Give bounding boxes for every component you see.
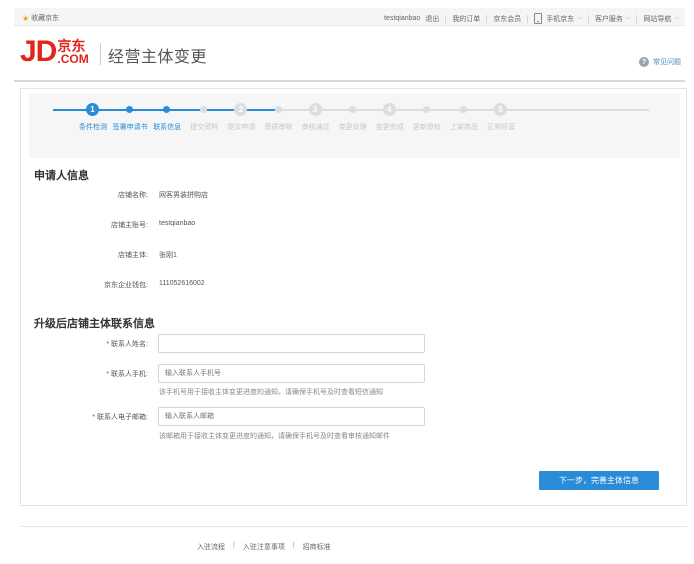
step-dot bbox=[274, 106, 282, 113]
step-dot bbox=[126, 106, 134, 113]
next-step-button[interactable]: 下一步，完善主体信息 bbox=[539, 471, 659, 490]
favorite-label: 收藏京东 bbox=[31, 15, 60, 22]
question-icon: ? bbox=[639, 57, 649, 67]
divider bbox=[636, 14, 638, 23]
contact-phone-label: * 联系人手机: bbox=[21, 369, 148, 379]
star-icon: ★ bbox=[22, 13, 30, 23]
contact-phone-label-text: 联系人手机: bbox=[111, 371, 148, 378]
logo-com-text: .COM bbox=[57, 52, 89, 66]
wallet-label: 京东企业钱包: bbox=[104, 282, 148, 289]
entity-value: 张刚1 bbox=[159, 252, 177, 259]
site-nav-menu[interactable]: 网站导航 bbox=[643, 14, 671, 24]
divider bbox=[587, 14, 589, 23]
step-number-badge: 1 bbox=[86, 103, 99, 116]
customer-service-menu[interactable]: 客户服务 bbox=[595, 14, 623, 24]
main-panel: 1 条件检测 签署申请书 联系信息 提交资料 2 提交申请 资质审核 3 审核通过 变更处理 4 变更完… bbox=[20, 88, 687, 506]
shop-name-label: 店铺名称: bbox=[118, 192, 148, 199]
step-label: 正常经营 bbox=[487, 124, 516, 131]
contact-phone-input[interactable] bbox=[158, 364, 425, 383]
email-hint: 该邮箱用于接收主体变更进度的通知，请确保手机号及时查看审核通知邮件 bbox=[159, 433, 390, 440]
footer-link-notes[interactable]: 入驻注意事项 bbox=[243, 542, 285, 552]
divider bbox=[486, 14, 488, 23]
logo-divider bbox=[100, 43, 101, 65]
required-mark: * bbox=[106, 341, 110, 348]
jd-member-link[interactable]: 京东会员 bbox=[493, 14, 521, 24]
progress-steps: 1 条件检测 签署申请书 联系信息 提交资料 2 提交申请 资质审核 3 审核通过 变更处理 4 变更完… bbox=[29, 93, 680, 158]
footer-divider bbox=[20, 526, 687, 527]
footer-separator: | bbox=[233, 542, 235, 549]
top-bar: ★ 收藏京东 testqianbao 退出 我的订单 京东会员 手机京东 ⌵ 客… bbox=[14, 8, 685, 26]
divider bbox=[527, 14, 529, 23]
step-dot bbox=[422, 106, 430, 113]
footer-link-process[interactable]: 入驻流程 bbox=[197, 542, 225, 552]
contact-name-input[interactable] bbox=[158, 334, 425, 353]
shop-name-value: 网客男装拼购店 bbox=[159, 192, 208, 199]
my-orders-link[interactable]: 我的订单 bbox=[452, 14, 480, 24]
username-link[interactable]: testqianbao bbox=[384, 15, 420, 22]
logo-jd-text: JD bbox=[20, 35, 57, 68]
header: JD 京东 .COM 经营主体变更 ? 常见问题 bbox=[14, 26, 685, 82]
contact-email-input[interactable] bbox=[158, 407, 425, 426]
step-dot bbox=[460, 106, 467, 113]
contact-email-label: * 联系人电子邮箱: bbox=[21, 412, 148, 422]
account-value: testqianbao bbox=[159, 220, 196, 227]
account-label: 店铺主账号: bbox=[111, 222, 148, 229]
chevron-down-icon: ⌵ bbox=[625, 15, 631, 21]
step-dot bbox=[348, 106, 356, 113]
required-mark: * bbox=[92, 414, 96, 421]
footer-links: 入驻流程 | 入驻注意事项 | 招商标准 bbox=[197, 542, 331, 552]
step-number-badge: 2 bbox=[234, 103, 248, 116]
footer-link-standards[interactable]: 招商标准 bbox=[303, 542, 331, 552]
contact-name-label-text: 联系人姓名: bbox=[111, 341, 148, 348]
phone-icon bbox=[534, 13, 543, 24]
chevron-down-icon: ⌵ bbox=[577, 15, 582, 21]
logout-link[interactable]: 退出 bbox=[425, 14, 439, 24]
step-number-badge: 5 bbox=[494, 103, 508, 116]
phone-hint: 该手机号用于接收主体变更进度的通知，请确保手机号及时查看短信通知 bbox=[159, 389, 383, 396]
page-title: 经营主体变更 bbox=[108, 49, 208, 66]
contact-email-label-text: 联系人电子邮箱: bbox=[97, 414, 148, 421]
logo-right: 京东 .COM bbox=[57, 39, 89, 66]
chevron-down-icon: ⌵ bbox=[674, 15, 679, 21]
step-number-badge: 3 bbox=[308, 103, 322, 116]
wallet-value: 111052616002 bbox=[159, 280, 205, 287]
mobile-jd-link[interactable]: 手机京东 bbox=[546, 14, 574, 24]
jd-logo[interactable]: JD 京东 .COM bbox=[20, 35, 89, 68]
footer-separator: | bbox=[292, 542, 295, 549]
divider bbox=[445, 14, 447, 23]
favorite-link[interactable]: ★ 收藏京东 bbox=[22, 13, 59, 23]
step-dot bbox=[163, 106, 171, 113]
faq-label: 常见问题 bbox=[653, 59, 681, 66]
entity-label: 店铺主体: bbox=[118, 252, 148, 259]
required-mark: * bbox=[106, 371, 110, 378]
step-number-badge: 4 bbox=[382, 103, 396, 116]
top-nav: testqianbao 退出 我的订单 京东会员 手机京东 ⌵ 客户服务 ⌵ 网… bbox=[384, 13, 679, 24]
faq-link[interactable]: ? 常见问题 bbox=[639, 57, 681, 67]
contact-section-title: 升级后店铺主体联系信息 bbox=[34, 318, 155, 330]
contact-name-label: * 联系人姓名: bbox=[21, 339, 148, 349]
step-dot bbox=[200, 106, 208, 113]
applicant-section-title: 申请人信息 bbox=[34, 170, 89, 182]
